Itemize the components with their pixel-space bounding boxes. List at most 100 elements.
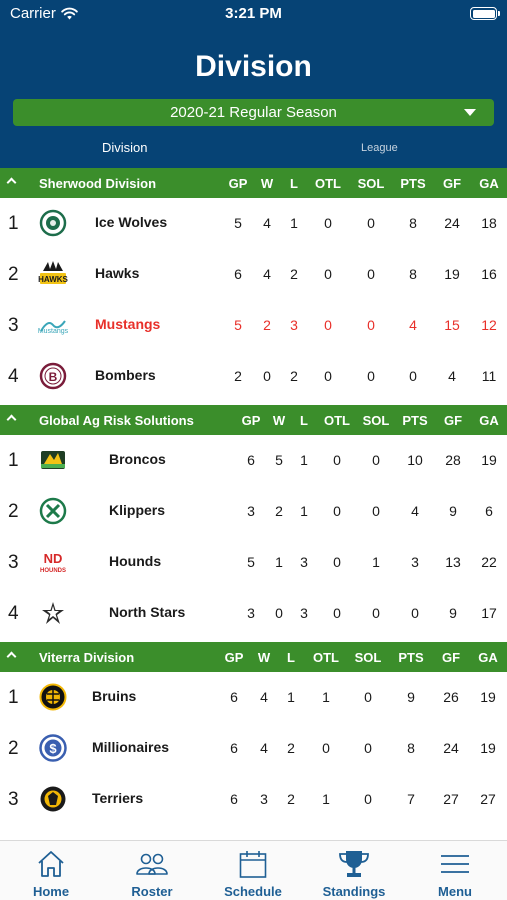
roster-icon (136, 853, 168, 875)
team-rank: 1 (8, 213, 19, 234)
stat-sol: 0 (367, 317, 375, 333)
team-name: Klippers (109, 502, 166, 518)
stat-gp: 6 (247, 452, 255, 468)
team-name: Ice Wolves (95, 214, 168, 230)
table-row[interactable]: 1 Ice Wolves 5 4 1 0 0 8 24 18 (0, 198, 507, 249)
division-header[interactable]: Sherwood Division GP W L OTL SOL PTS GF GA (0, 168, 507, 198)
stat-otl: 0 (322, 740, 330, 756)
stat-sol: 0 (372, 503, 380, 519)
tab-division[interactable]: Division (102, 140, 148, 155)
table-row[interactable]: 1 Bruins 6 4 1 1 0 9 26 19 (0, 672, 507, 723)
column-header: SOL (354, 650, 382, 665)
table-row[interactable]: 3 Mustangs Mustangs 5 2 3 0 0 4 15 12 (0, 300, 507, 351)
team-name: Broncos (109, 451, 166, 467)
stat-ga: 6 (485, 503, 493, 519)
team-logo (38, 446, 68, 474)
stat-pts: 0 (411, 605, 419, 621)
tab-league[interactable]: League (361, 142, 398, 154)
team-logo (38, 683, 68, 711)
stat-ga: 17 (481, 605, 497, 621)
menu-icon (441, 855, 469, 873)
stat-gf: 9 (449, 503, 457, 519)
division-header[interactable]: Viterra Division GP W L OTL SOL PTS GF GA (0, 642, 507, 672)
column-header: GP (228, 176, 248, 191)
mustangs-logo-text: Mustangs (38, 328, 68, 335)
team-rank: 2 (8, 264, 19, 285)
millionaires-logo-text: $ (49, 741, 57, 756)
stat-otl: 0 (324, 266, 332, 282)
stat-l: 2 (287, 740, 295, 756)
column-header: L (300, 413, 308, 428)
stat-otl: 0 (324, 368, 332, 384)
stat-otl: 0 (333, 503, 341, 519)
column-header: OTL (315, 176, 341, 191)
stat-pts: 4 (409, 317, 417, 333)
table-row[interactable]: 4 North Stars 3 0 3 0 0 0 9 17 (0, 588, 507, 639)
season-dropdown[interactable]: 2020-21 Regular Season (13, 99, 494, 126)
team-name: North Stars (109, 604, 186, 620)
klippers-logo (39, 497, 67, 525)
status-time: 3:21 PM (225, 5, 282, 22)
stat-gp: 6 (230, 689, 238, 705)
stat-gf: 13 (445, 554, 461, 570)
stat-ga: 11 (481, 368, 497, 384)
stat-pts: 4 (411, 503, 419, 519)
team-name: Terriers (92, 790, 144, 806)
table-row[interactable]: 2 $ Millionaires 6 4 2 0 0 8 24 19 (0, 723, 507, 774)
page-title: Division (195, 50, 312, 83)
stat-gp: 6 (230, 740, 238, 756)
table-row[interactable]: 4 B Bombers 2 0 2 0 0 0 4 11 (0, 351, 507, 402)
stat-ga: 18 (481, 215, 497, 231)
column-header: PTS (398, 650, 424, 665)
stat-pts: 0 (409, 368, 417, 384)
stat-l: 2 (290, 368, 298, 384)
tab-bar-schedule[interactable]: Schedule (203, 841, 303, 900)
stat-w: 0 (275, 605, 283, 621)
status-bar: Carrier 3:21 PM (0, 0, 507, 28)
mustangs-logo: Mustangs (38, 320, 68, 335)
tab-bar-roster[interactable]: Roster (102, 841, 202, 900)
table-row[interactable]: 2 HAWKS Hawks 6 4 2 0 0 8 19 16 (0, 249, 507, 300)
column-header: GA (478, 650, 498, 665)
stat-gp: 3 (247, 503, 255, 519)
team-rank: 2 (8, 738, 19, 759)
team-rank: 1 (8, 450, 19, 471)
division-header[interactable]: Global Ag Risk Solutions GP W L OTL SOL PTS GF G… (0, 405, 507, 435)
team-logo: HAWKS (38, 260, 68, 288)
stat-ga: 19 (480, 689, 496, 705)
collapse-chevron-icon[interactable] (6, 177, 17, 188)
stat-gp: 2 (234, 368, 242, 384)
column-header: GF (442, 176, 462, 191)
table-row[interactable]: 3 ND HOUNDS Hounds 5 1 3 0 1 3 13 22 (0, 537, 507, 588)
stat-ga: 12 (481, 317, 497, 333)
stat-w: 5 (275, 452, 283, 468)
stat-otl: 0 (333, 605, 341, 621)
dropdown-caret-icon (464, 109, 476, 116)
stat-otl: 0 (324, 215, 332, 231)
stat-w: 4 (263, 266, 271, 282)
team-rank: 3 (8, 552, 19, 573)
tab-bar-schedule-label: Schedule (224, 884, 282, 899)
team-logo: Mustangs (38, 311, 68, 339)
table-row[interactable]: 3 Terriers 6 3 2 1 0 7 27 27 (0, 774, 507, 825)
tab-bar-menu[interactable]: Menu (405, 841, 505, 900)
tab-bar-standings[interactable]: Standings (304, 841, 404, 900)
stat-w: 1 (275, 554, 283, 570)
stat-sol: 0 (372, 452, 380, 468)
collapse-chevron-icon[interactable] (6, 651, 17, 662)
stat-sol: 1 (372, 554, 380, 570)
stat-l: 3 (300, 605, 308, 621)
hounds-logo-text: ND (44, 551, 63, 566)
column-header: GP (224, 650, 244, 665)
stat-ga: 19 (481, 452, 497, 468)
division-name: Viterra Division (39, 650, 135, 665)
stat-otl: 1 (322, 791, 330, 807)
team-name: Bombers (95, 367, 156, 383)
tab-bar-home[interactable]: Home (1, 841, 101, 900)
collapse-chevron-icon[interactable] (6, 414, 17, 425)
stat-w: 2 (263, 317, 271, 333)
table-row[interactable]: 2 Klippers 3 2 1 0 0 4 9 6 (0, 486, 507, 537)
column-header: W (260, 176, 274, 191)
table-row[interactable]: 1 Broncos 6 5 1 0 0 10 28 19 (0, 435, 507, 486)
terriers-logo (40, 786, 66, 812)
